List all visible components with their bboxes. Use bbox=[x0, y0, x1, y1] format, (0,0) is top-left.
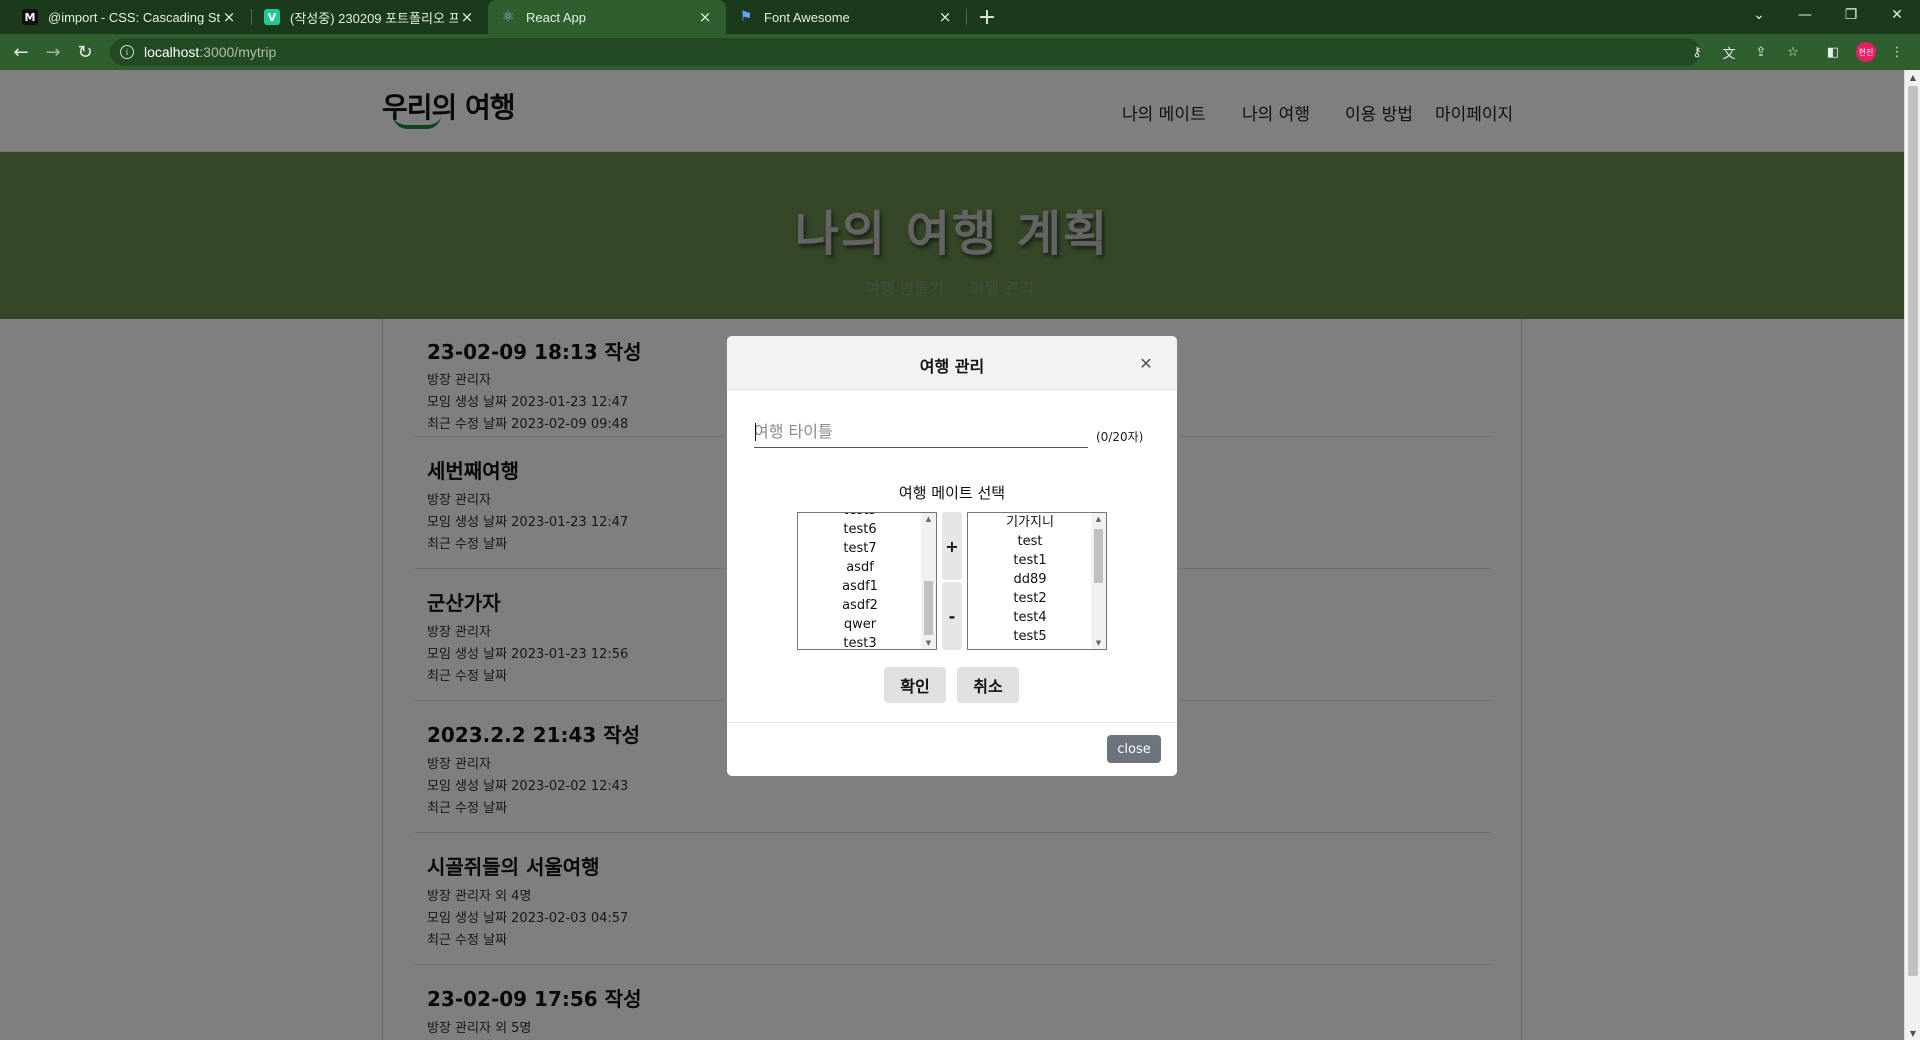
list-item[interactable]: test7 bbox=[798, 539, 922, 558]
translate-icon[interactable]: 文 bbox=[1720, 43, 1738, 62]
list-item[interactable]: asdf2 bbox=[798, 596, 922, 615]
address-bar[interactable]: i localhost:3000/mytrip bbox=[110, 38, 1700, 66]
close-tab-icon[interactable]: × bbox=[696, 8, 714, 26]
remove-mate-button[interactable]: - bbox=[942, 582, 962, 650]
restore-icon[interactable]: ❐ bbox=[1828, 0, 1874, 30]
scroll-thumb[interactable] bbox=[924, 581, 933, 635]
close-tab-icon[interactable]: × bbox=[458, 8, 476, 26]
title-char-counter: (0/20자) bbox=[1096, 430, 1144, 444]
browser-tab-portfolio[interactable]: V (작성중) 230209 포트폴리오 프로젝트 × bbox=[252, 0, 488, 34]
list-item[interactable]: qwer bbox=[798, 615, 922, 634]
add-mate-button[interactable]: + bbox=[942, 512, 962, 580]
selected-mates-list[interactable]: 기가지니 test test1 dd89 test2 test4 test5 ▲… bbox=[967, 512, 1107, 650]
scroll-thumb[interactable] bbox=[1094, 529, 1103, 583]
browser-tab-strip: M @import - CSS: Cascading Style Sheets … bbox=[0, 0, 1920, 34]
browser-toolbar: ← → ↻ i localhost:3000/mytrip ⚷ 文 ⇪ ☆ ◧ … bbox=[0, 34, 1920, 70]
tab-title: Font Awesome bbox=[764, 9, 850, 25]
modal-header: 여행 관리 ✕ bbox=[727, 336, 1177, 390]
list-item[interactable]: test2 bbox=[968, 589, 1092, 608]
browser-tab-react-app[interactable]: ⚛ React App × bbox=[488, 0, 726, 34]
trip-manage-modal: 여행 관리 ✕ (0/20자) 여행 메이트 선택 test5 test6 te… bbox=[727, 336, 1177, 776]
modal-title: 여행 관리 bbox=[919, 357, 985, 376]
browser-tab-font-awesome[interactable]: ⚑ Font Awesome × bbox=[726, 0, 966, 34]
mdn-favicon-icon: M bbox=[22, 9, 38, 25]
page-scrollbar[interactable]: ▲ ▼ bbox=[1904, 70, 1920, 1040]
list-item[interactable]: dd89 bbox=[968, 570, 1092, 589]
list-item[interactable]: asdf1 bbox=[798, 577, 922, 596]
mate-select-label: 여행 메이트 선택 bbox=[898, 484, 1006, 502]
list-item[interactable]: asdf bbox=[798, 558, 922, 577]
tab-title: (작성중) 230209 포트폴리오 프로젝트 bbox=[290, 10, 458, 26]
url-host: localhost bbox=[144, 44, 200, 60]
list-item[interactable]: 기가지니 bbox=[968, 513, 1092, 532]
close-tab-icon[interactable]: × bbox=[936, 8, 954, 26]
new-tab-icon[interactable]: + bbox=[976, 0, 998, 34]
scroll-thumb[interactable] bbox=[1908, 86, 1918, 976]
list-scrollbar[interactable]: ▲ ▼ bbox=[1091, 513, 1106, 649]
tab-separator bbox=[966, 9, 967, 25]
scroll-down-icon[interactable]: ▼ bbox=[921, 637, 936, 649]
list-item[interactable]: test5 bbox=[798, 513, 922, 520]
cancel-button[interactable]: 취소 bbox=[957, 667, 1019, 703]
scroll-up-icon[interactable]: ▲ bbox=[921, 513, 936, 525]
scroll-down-icon[interactable]: ▼ bbox=[1905, 1026, 1920, 1040]
reload-icon[interactable]: ↻ bbox=[73, 40, 97, 64]
list-item[interactable]: test3 bbox=[798, 634, 922, 649]
list-item[interactable]: test1 bbox=[968, 551, 1092, 570]
browser-tab-mdn[interactable]: M @import - CSS: Cascading Style Sheets … bbox=[10, 0, 250, 34]
list-item[interactable]: test6 bbox=[798, 520, 922, 539]
flag-favicon-icon: ⚑ bbox=[739, 9, 753, 25]
bookmark-star-icon[interactable]: ☆ bbox=[1784, 43, 1802, 61]
tab-title: React App bbox=[526, 9, 586, 25]
profile-avatar[interactable]: 현진 bbox=[1856, 42, 1876, 62]
forward-icon[interactable]: → bbox=[41, 40, 65, 64]
minimize-icon[interactable]: — bbox=[1782, 0, 1828, 30]
text-caret bbox=[755, 423, 756, 441]
share-icon[interactable]: ⇪ bbox=[1752, 43, 1770, 61]
modal-close-icon[interactable]: ✕ bbox=[1139, 354, 1153, 373]
window-close-icon[interactable]: ✕ bbox=[1874, 0, 1920, 30]
back-icon[interactable]: ← bbox=[9, 40, 33, 64]
confirm-button[interactable]: 확인 bbox=[884, 667, 946, 703]
trip-title-input[interactable] bbox=[754, 416, 1088, 448]
list-item[interactable]: test5 bbox=[968, 627, 1092, 646]
velog-favicon-icon: V bbox=[264, 9, 280, 25]
side-panel-icon[interactable]: ◧ bbox=[1824, 43, 1842, 61]
close-button[interactable]: close bbox=[1107, 735, 1161, 763]
list-item[interactable]: test4 bbox=[968, 608, 1092, 627]
url-path: :3000/mytrip bbox=[199, 44, 277, 60]
scroll-down-icon[interactable]: ▼ bbox=[1091, 637, 1106, 649]
site-info-icon[interactable]: i bbox=[120, 45, 134, 59]
available-mates-list[interactable]: test5 test6 test7 asdf asdf1 asdf2 qwer … bbox=[797, 512, 937, 650]
tab-search-chevron-icon[interactable]: ⌄ bbox=[1736, 0, 1782, 30]
scroll-up-icon[interactable]: ▲ bbox=[1905, 70, 1920, 84]
scroll-up-icon[interactable]: ▲ bbox=[1091, 513, 1106, 525]
close-tab-icon[interactable]: × bbox=[220, 8, 238, 26]
page-viewport: 우리의 여행 나의 메이트 나의 여행 이용 방법 마이페이지 나의 여행 계획… bbox=[0, 70, 1904, 1040]
modal-footer: close bbox=[727, 722, 1177, 776]
list-scrollbar[interactable]: ▲ ▼ bbox=[921, 513, 936, 649]
list-item[interactable]: test bbox=[968, 532, 1092, 551]
browser-menu-icon[interactable]: ⋮ bbox=[1888, 43, 1906, 61]
react-favicon-icon: ⚛ bbox=[501, 9, 515, 25]
tab-title: @import - CSS: Cascading Style Sheets | … bbox=[48, 9, 220, 25]
password-key-icon[interactable]: ⚷ bbox=[1688, 43, 1706, 61]
